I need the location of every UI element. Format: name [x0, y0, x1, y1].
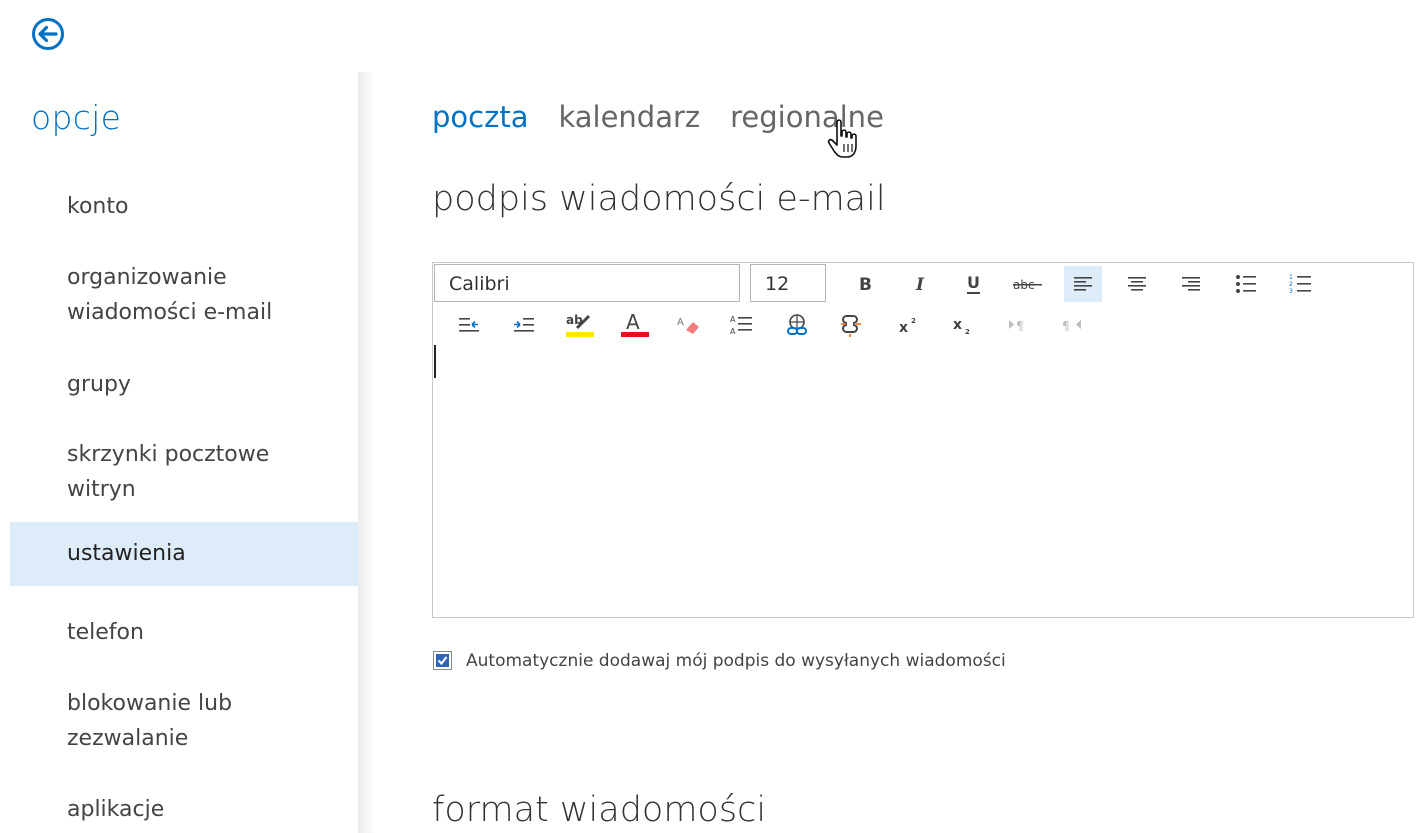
- outdent-icon[interactable]: [450, 307, 488, 343]
- sidebar-item-konto[interactable]: konto: [10, 189, 358, 224]
- italic-button[interactable]: I: [903, 266, 941, 302]
- svg-text:I: I: [915, 275, 925, 294]
- sidebar-item-grupy[interactable]: grupy: [10, 367, 358, 402]
- svg-text:2: 2: [911, 317, 916, 325]
- text-caret: [434, 345, 436, 378]
- strikethrough-button[interactable]: abc: [1009, 266, 1047, 302]
- svg-text:x: x: [899, 320, 908, 335]
- sidebar-title: opcje: [31, 98, 122, 137]
- svg-text:x: x: [953, 317, 962, 333]
- rtl-direction-icon[interactable]: ¶: [1053, 307, 1091, 343]
- svg-text:3: 3: [1289, 288, 1293, 295]
- tab-kalendarz[interactable]: kalendarz: [558, 97, 700, 137]
- svg-text:A: A: [626, 310, 640, 334]
- superscript-icon[interactable]: x2: [890, 307, 928, 343]
- sidebar-item-ustawienia[interactable]: ustawienia: [10, 522, 358, 586]
- ltr-direction-icon[interactable]: ¶: [999, 307, 1037, 343]
- svg-text:2: 2: [965, 328, 970, 336]
- font-color-icon[interactable]: A: [616, 307, 654, 343]
- indent-icon[interactable]: [505, 307, 543, 343]
- svg-text:2: 2: [1289, 281, 1293, 288]
- sidebar-divider: [358, 72, 376, 833]
- signature-heading: podpis wiadomości e-mail: [432, 179, 886, 219]
- sidebar-item-blokowanie[interactable]: blokowanie lub zezwalanie: [10, 686, 358, 756]
- bold-button[interactable]: B: [847, 266, 885, 302]
- hand-cursor-icon: [826, 118, 862, 160]
- highlight-icon[interactable]: ab: [560, 307, 598, 343]
- svg-text:A: A: [677, 317, 684, 328]
- signature-editor[interactable]: Calibri 12 B I U abc 123 ab A A AA x 2 x…: [432, 262, 1414, 618]
- sidebar-item-organizowanie[interactable]: organizowanie wiadomości e-mail: [10, 260, 358, 330]
- svg-text:U: U: [967, 273, 980, 292]
- align-left-button[interactable]: [1064, 266, 1102, 302]
- numbered-list-button[interactable]: 123: [1282, 266, 1320, 302]
- svg-text:¶: ¶: [1062, 319, 1070, 333]
- font-size-input[interactable]: 12: [750, 264, 826, 302]
- align-right-button[interactable]: [1172, 266, 1210, 302]
- align-center-button[interactable]: [1118, 266, 1156, 302]
- auto-add-signature-label: Automatycznie dodawaj mój podpis do wysy…: [466, 651, 1006, 671]
- svg-text:B: B: [859, 275, 872, 294]
- auto-add-signature-checkbox[interactable]: [433, 651, 452, 670]
- line-spacing-icon[interactable]: AA: [723, 307, 761, 343]
- subscript-icon[interactable]: x2: [944, 307, 982, 343]
- underline-button[interactable]: U: [955, 266, 993, 302]
- sidebar-item-skrzynki[interactable]: skrzynki pocztowe witryn: [10, 437, 358, 507]
- checkmark-icon: [436, 654, 449, 667]
- back-arrow-icon[interactable]: [31, 17, 65, 51]
- font-name-input[interactable]: Calibri: [434, 264, 740, 302]
- bullet-list-button[interactable]: [1227, 266, 1265, 302]
- svg-text:¶: ¶: [1016, 319, 1024, 333]
- sidebar-item-aplikacje[interactable]: aplikacje: [10, 792, 358, 827]
- sidebar-item-telefon[interactable]: telefon: [10, 615, 358, 650]
- svg-text:A: A: [730, 315, 736, 324]
- insert-link-icon[interactable]: [778, 307, 816, 343]
- clear-formatting-icon[interactable]: A: [670, 307, 708, 343]
- tab-poczta[interactable]: poczta: [432, 97, 528, 137]
- svg-text:1: 1: [1289, 274, 1293, 281]
- message-format-heading: format wiadomości: [432, 790, 767, 830]
- svg-text:A: A: [730, 327, 736, 336]
- remove-link-icon[interactable]: [832, 307, 870, 343]
